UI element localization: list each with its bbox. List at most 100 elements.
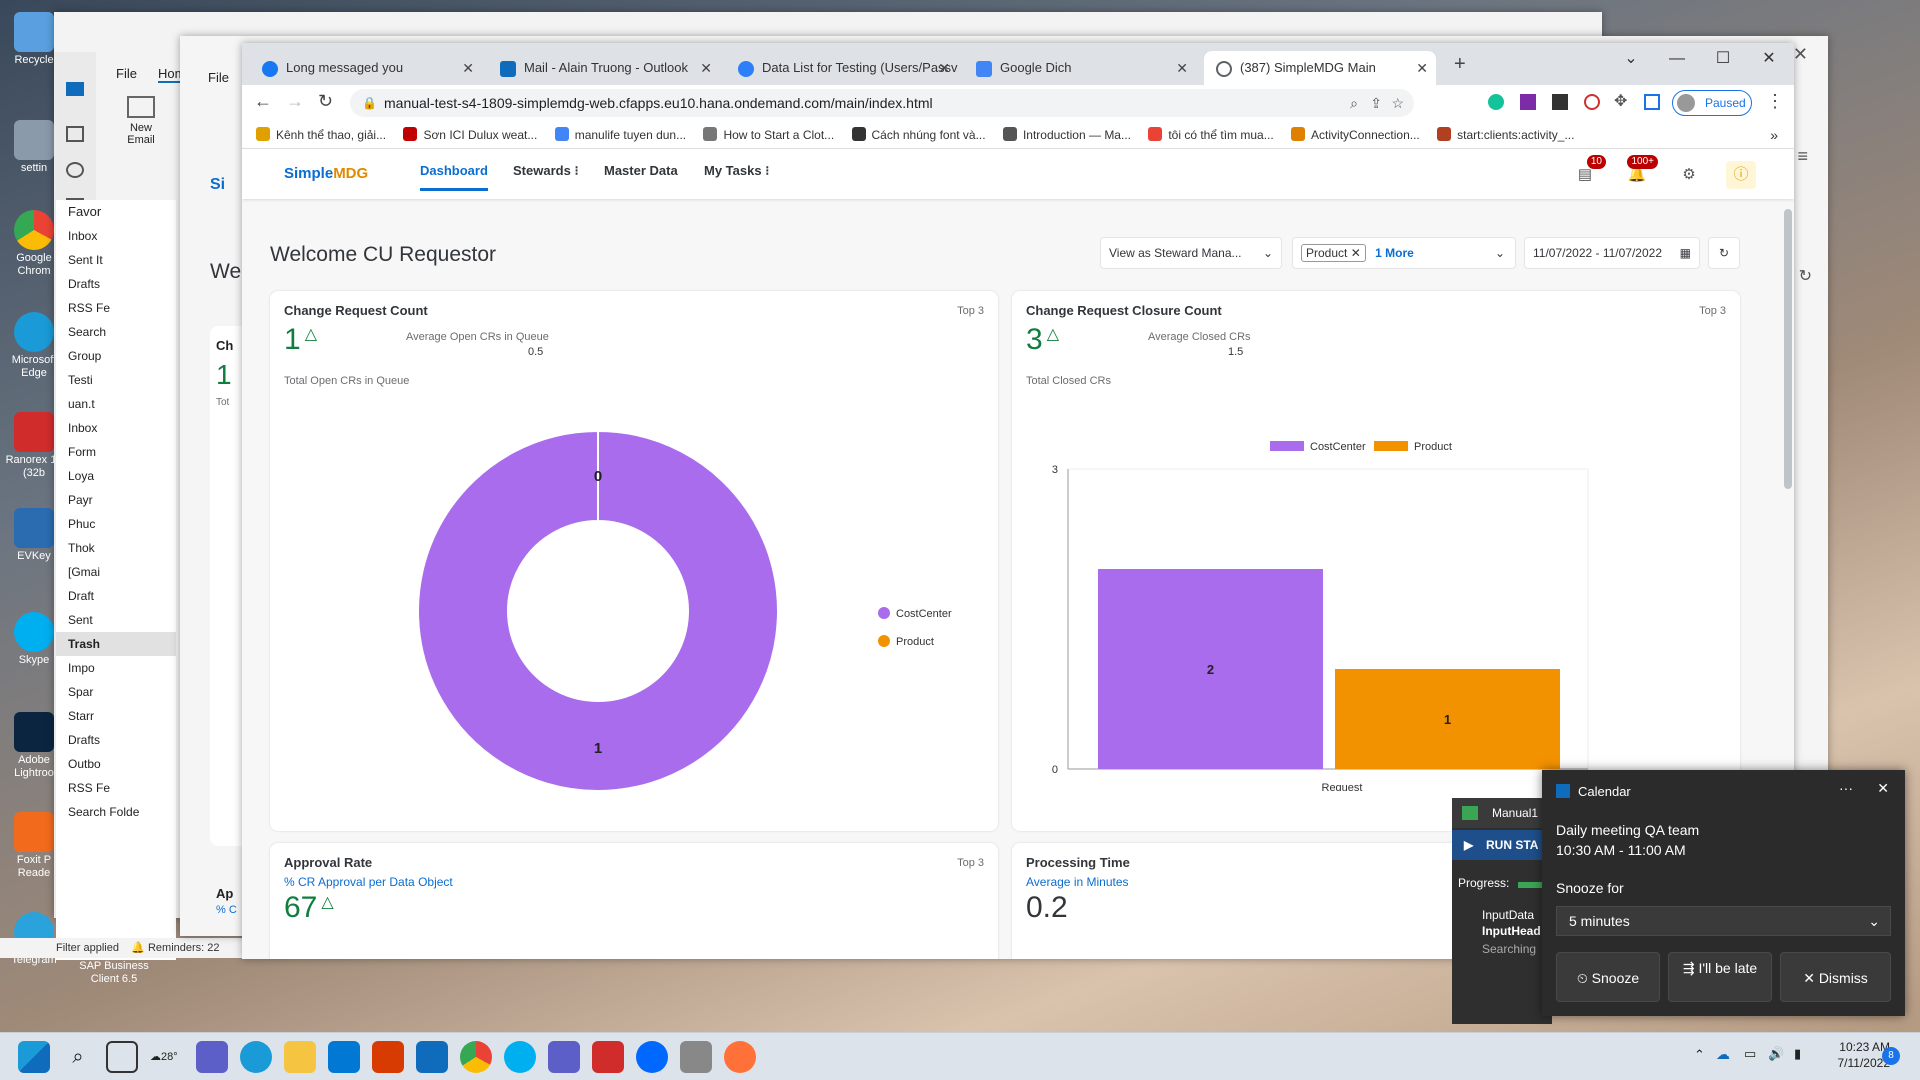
task-view-icon[interactable]	[106, 1041, 138, 1073]
filter-multiselect[interactable]: Product ✕ 1 More ⌄	[1292, 237, 1516, 269]
bookmark-item[interactable]: Sơn ICI Dulux weat...	[403, 121, 537, 148]
nav-master-data[interactable]: Master Data	[604, 163, 678, 178]
teams-taskbar-icon[interactable]	[548, 1041, 580, 1073]
folder-item[interactable]: [Gmai	[56, 560, 176, 584]
folder-item[interactable]: uan.t	[56, 392, 176, 416]
bookmark-star-icon[interactable]: ☆	[1391, 89, 1404, 117]
run-button[interactable]: ▶ RUN STA	[1452, 830, 1552, 860]
minimize-button[interactable]: —	[1654, 43, 1700, 75]
top3-link[interactable]: Top 3	[957, 305, 984, 317]
calendar-icon[interactable]	[66, 126, 84, 142]
folder-item[interactable]: Drafts	[56, 728, 176, 752]
tab-close-icon[interactable]: ✕	[700, 51, 712, 85]
tab-google-dich[interactable]: Google Dich ✕	[964, 51, 1196, 85]
people-icon[interactable]	[66, 162, 84, 178]
volume-icon[interactable]: 🔊	[1768, 1046, 1784, 1062]
zoom-icon[interactable]: ⌕	[1350, 89, 1358, 117]
tab-facebook[interactable]: Long messaged you ✕	[250, 51, 482, 85]
folder-item[interactable]: Form	[56, 440, 176, 464]
chrome-taskbar-icon[interactable]	[460, 1041, 492, 1073]
folder-item[interactable]: Testi	[56, 368, 176, 392]
hamburger-icon[interactable]: ≡	[1797, 146, 1808, 167]
view-as-select[interactable]: View as Steward Mana... ⌄	[1100, 237, 1282, 269]
outlook-taskbar-icon[interactable]	[416, 1041, 448, 1073]
notification-bell-icon[interactable]: 🔔 100+	[1622, 155, 1658, 189]
sap-client-icon[interactable]: SAP Business Client 6.5	[74, 960, 154, 986]
folder-item[interactable]: Sent It	[56, 248, 176, 272]
filter-token[interactable]: Product ✕	[1301, 244, 1366, 262]
battery-icon[interactable]: ▮	[1794, 1046, 1801, 1062]
nav-dashboard[interactable]: Dashboard	[420, 163, 488, 191]
scrollbar-thumb[interactable]	[1784, 209, 1792, 489]
snooze-select[interactable]: 5 minutes ⌄	[1556, 906, 1891, 936]
status-reminders[interactable]: Reminders: 22	[148, 942, 220, 954]
close-icon[interactable]: ✕	[1877, 780, 1889, 797]
new-email-button[interactable]: New Email	[116, 96, 166, 146]
refresh-icon[interactable]: ↻	[1799, 266, 1812, 286]
tab-close-icon[interactable]: ✕	[462, 51, 474, 85]
folder-item[interactable]: RSS Fe	[56, 296, 176, 320]
folder-item[interactable]: Inbox	[56, 224, 176, 248]
menu-file[interactable]: File	[208, 70, 229, 85]
folder-item[interactable]: Draft	[56, 584, 176, 608]
maximize-button[interactable]: ☐	[1700, 43, 1746, 75]
skype-taskbar-icon[interactable]	[504, 1041, 536, 1073]
new-tab-button[interactable]: +	[1454, 53, 1466, 76]
profile-button[interactable]: Paused	[1672, 90, 1752, 116]
folder-item[interactable]: Outbo	[56, 752, 176, 776]
folder-item[interactable]: Spar	[56, 680, 176, 704]
address-bar[interactable]: 🔒 manual-test-s4-1809-simplemdg-web.cfapp…	[350, 89, 1414, 117]
reload-icon[interactable]: ↻	[318, 91, 333, 112]
store-icon[interactable]	[328, 1041, 360, 1073]
notification-count-badge[interactable]: 8	[1882, 1047, 1900, 1065]
folder-item[interactable]: Search Folde	[56, 800, 176, 824]
close-window-button[interactable]: ✕	[1746, 43, 1792, 75]
tab-outlook[interactable]: Mail - Alain Truong - Outlook ✕	[488, 51, 720, 85]
folder-item[interactable]: Inbox	[56, 416, 176, 440]
bookmark-item[interactable]: manulife tuyen dun...	[554, 121, 686, 148]
clock[interactable]: 10:23 AM 7/11/2022	[1820, 1039, 1891, 1071]
folder-item[interactable]: Impo	[56, 656, 176, 680]
filter-more-link[interactable]: 1 More	[1375, 246, 1414, 260]
folder-item[interactable]: Sent	[56, 608, 176, 632]
sidepanel-icon[interactable]	[1644, 94, 1660, 110]
info-icon[interactable]: ⓘ	[1726, 161, 1756, 189]
teams-chat-icon[interactable]	[196, 1041, 228, 1073]
office-icon[interactable]	[372, 1041, 404, 1073]
nav-my-tasks[interactable]: My Tasks ⁝	[704, 163, 769, 179]
network-icon[interactable]: ▭	[1744, 1046, 1756, 1062]
late-button[interactable]: ⇶ I'll be late	[1668, 952, 1772, 1002]
token-close-icon[interactable]: ✕	[1351, 246, 1361, 260]
folder-item[interactable]: Drafts	[56, 272, 176, 296]
tab-close-icon[interactable]: ✕	[1416, 51, 1428, 85]
tab-search-icon[interactable]: ⌄	[1608, 43, 1654, 75]
extension-icon[interactable]	[1520, 94, 1536, 110]
bookmark-item[interactable]: How to Start a Clot...	[703, 121, 834, 148]
date-range-picker[interactable]: 11/07/2022 - 11/07/2022 ▦	[1524, 237, 1700, 269]
folder-item[interactable]: Starr	[56, 704, 176, 728]
calendar-icon[interactable]: ▦	[1680, 238, 1691, 268]
bookmark-item[interactable]: Introduction — Ma...	[1002, 121, 1131, 148]
bookmark-item[interactable]: ActivityConnection...	[1291, 121, 1420, 148]
folder-item[interactable]: Favor	[56, 200, 176, 224]
tray-chevron-icon[interactable]: ⌃	[1694, 1047, 1705, 1063]
nav-stewards[interactable]: Stewards ⁝	[513, 163, 579, 179]
puzzle-icon[interactable]: ✥	[1614, 91, 1627, 111]
bookmark-item[interactable]: start:clients:activity_...	[1437, 121, 1574, 148]
search-icon[interactable]: ⌕	[62, 1041, 94, 1073]
start-icon[interactable]	[18, 1041, 50, 1073]
app-taskbar-icon[interactable]	[680, 1041, 712, 1073]
tab-close-icon[interactable]: ✕	[1176, 51, 1188, 85]
tasks-icon[interactable]: ▤ 10	[1570, 155, 1606, 189]
firefox-icon[interactable]	[724, 1041, 756, 1073]
share-icon[interactable]: ⇪	[1370, 89, 1382, 117]
edge-taskbar-icon[interactable]	[240, 1041, 272, 1073]
folder-item[interactable]: Group	[56, 344, 176, 368]
app-logo[interactable]: SimpleMDG	[284, 165, 368, 182]
tab-simplemdg[interactable]: (387) SimpleMDG Main ✕	[1204, 51, 1436, 85]
ranorex-taskbar-icon[interactable]	[592, 1041, 624, 1073]
folder-item[interactable]: Phuc	[56, 512, 176, 536]
forward-icon[interactable]: →	[286, 91, 304, 112]
folder-item[interactable]: Loya	[56, 464, 176, 488]
extension-x-icon[interactable]	[1552, 94, 1568, 110]
